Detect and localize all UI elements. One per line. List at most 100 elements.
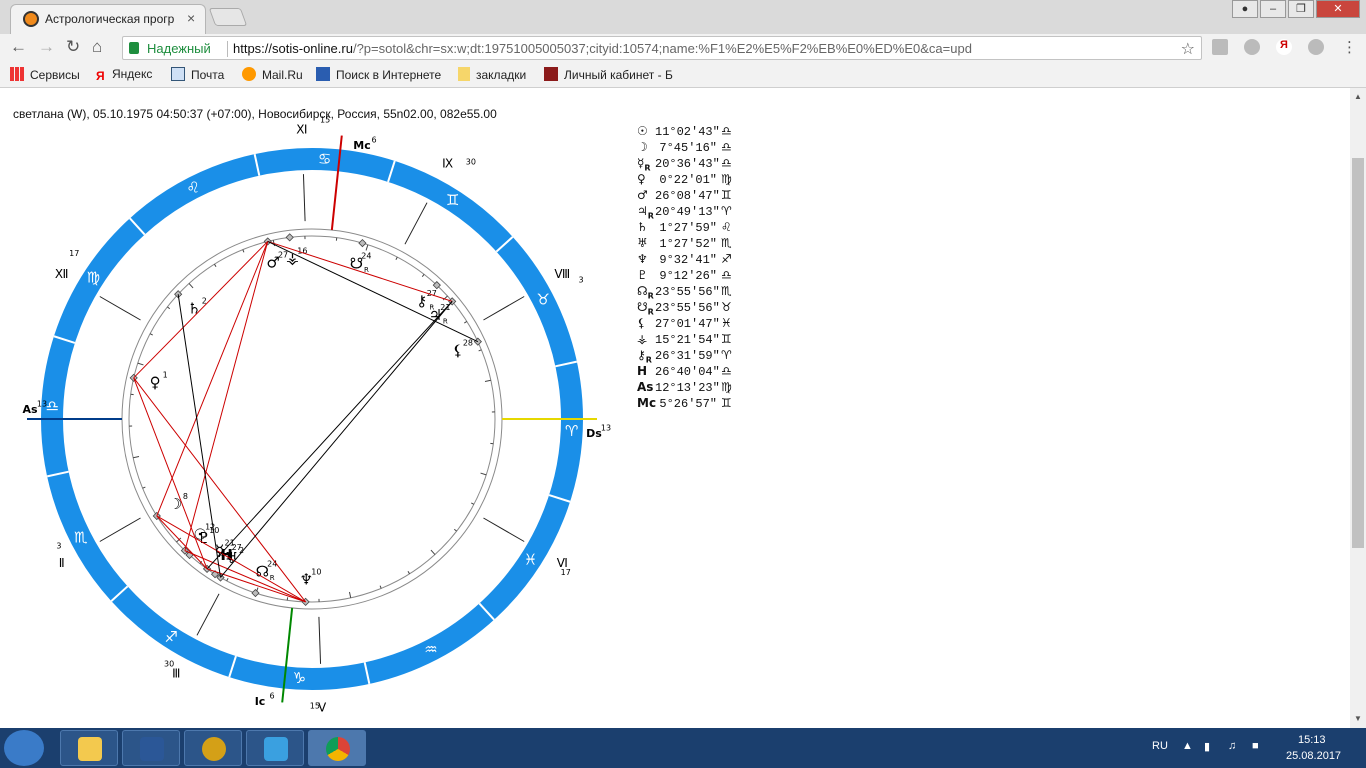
extension-icon[interactable] — [1212, 39, 1228, 55]
new-tab-button[interactable] — [208, 8, 248, 26]
minimize-button[interactable]: – — [1260, 0, 1286, 18]
url-text[interactable]: https://sotis-online.ru/?p=sotol&chr=sx:… — [233, 41, 972, 56]
position-glyph: ♇ — [637, 268, 648, 282]
chrome-icon — [326, 737, 350, 761]
house-cusp — [483, 296, 525, 321]
position-row: ☽ 7°45′16″ ♎ — [637, 140, 735, 156]
url-host: https://sotis-online.ru — [233, 41, 353, 56]
yandex-icon: Я — [96, 69, 105, 83]
degree-tick — [167, 306, 171, 310]
tab-close-icon[interactable]: × — [187, 10, 195, 26]
bookmark-mailru[interactable]: Mail.Ru — [242, 67, 303, 82]
scrollbar-thumb[interactable] — [1352, 158, 1364, 548]
zodiac-glyph: ♐ — [165, 628, 178, 646]
position-sign: ♎ — [721, 140, 732, 154]
taskbar-word[interactable] — [122, 730, 180, 766]
position-row: ⚸ 27°01′47″♓ — [637, 316, 735, 332]
taskbar-chrome[interactable] — [308, 730, 366, 766]
planet-degree: 1 — [163, 370, 168, 379]
position-glyph: ♆ — [637, 252, 648, 266]
degree-tick — [214, 263, 217, 267]
volume-icon[interactable]: ♫ — [1228, 740, 1236, 752]
taskbar-media[interactable] — [184, 730, 242, 766]
planet-glyph: ☽ — [169, 495, 182, 513]
menu-icon[interactable]: ⋮ — [1342, 38, 1357, 56]
scroll-up-icon[interactable]: ▲ — [1354, 92, 1362, 101]
browser-tab[interactable]: Астрологическая прогр × — [10, 4, 206, 34]
address-separator — [227, 41, 228, 57]
bookmark-search[interactable]: Поиск в Интернете — [316, 67, 441, 82]
degree-tick — [149, 333, 153, 336]
degree-tick — [133, 455, 140, 459]
axis-degree-asc: 13 — [37, 400, 47, 409]
bookmark-star-icon[interactable]: ☆ — [1181, 39, 1195, 59]
degree-tick — [430, 549, 436, 555]
degree-tick — [137, 362, 144, 366]
position-row: ☉ 11°02′43″♎ — [637, 124, 735, 140]
position-value: 9°32′41″ — [659, 253, 717, 267]
extension-shield-icon[interactable] — [1244, 39, 1260, 55]
degree-tick — [226, 578, 229, 582]
position-sign: ♊ — [721, 188, 732, 202]
yandex-extension-icon[interactable]: Я — [1276, 39, 1292, 55]
position-sign: ♈ — [721, 348, 732, 362]
taskbar-audio[interactable] — [246, 730, 304, 766]
planet-retro: R — [443, 318, 448, 326]
axis-label-ic: Ic — [255, 695, 266, 708]
position-glyph: ☿R — [637, 156, 651, 173]
back-arrow-icon[interactable]: ← — [10, 37, 27, 57]
folder-icon — [78, 737, 102, 761]
security-label: Надежный — [147, 41, 211, 56]
restore-button[interactable]: ❐ — [1288, 0, 1314, 18]
position-sign: ♏ — [721, 236, 732, 250]
tray-arrow-icon[interactable]: ▲ — [1182, 740, 1193, 752]
close-window-button[interactable]: ✕ — [1316, 0, 1360, 18]
clock-time[interactable]: 15:13 — [1298, 734, 1326, 746]
axis-degree-mc: 6 — [371, 136, 376, 145]
house-degree: 15 — [310, 701, 320, 710]
forward-arrow-icon[interactable]: → — [38, 37, 55, 57]
scroll-down-icon[interactable]: ▼ — [1354, 714, 1362, 723]
mailru-icon — [242, 67, 256, 81]
bookmark-cabinet[interactable]: Личный кабинет - Б — [544, 67, 673, 82]
network-icon[interactable]: ▮ — [1204, 740, 1210, 753]
taskbar-explorer[interactable] — [60, 730, 118, 766]
house-cusp — [99, 517, 141, 542]
site-favicon-icon — [23, 11, 39, 27]
position-glyph: ♄ — [637, 220, 648, 234]
axis-label-dsc: Ds — [586, 427, 602, 440]
address-bar[interactable]: Надежный https://sotis-online.ru/?p=soto… — [122, 36, 1202, 60]
position-value: 26°08′47″ — [655, 189, 720, 203]
home-icon[interactable]: ⌂ — [92, 37, 102, 57]
degree-tick — [142, 486, 146, 489]
aspect-line — [133, 241, 269, 379]
zodiac-glyph: ♓ — [524, 550, 537, 568]
degree-tick — [453, 528, 457, 532]
language-indicator[interactable]: RU — [1152, 740, 1168, 752]
reload-icon[interactable]: ↻ — [66, 37, 80, 57]
vpn-extension-icon[interactable] — [1308, 39, 1324, 55]
page-scrollbar[interactable]: ▲ ▼ — [1350, 88, 1366, 728]
browser-toolbar: ← → ↻ ⌂ Надежный https://sotis-online.ru… — [0, 34, 1366, 62]
position-value: 26°40′04″ — [655, 365, 720, 379]
bookmark-services[interactable]: Сервисы — [10, 67, 80, 82]
lock-icon — [129, 42, 139, 54]
planet-retro: R — [270, 574, 275, 582]
bookmark-mail[interactable]: Почта — [171, 67, 224, 82]
house-label: Ⅷ — [554, 267, 570, 281]
start-button[interactable] — [4, 730, 44, 766]
planet-degree: 28 — [463, 338, 473, 347]
zodiac-glyph: ♉ — [536, 291, 549, 309]
bookmark-folder[interactable]: закладки — [458, 67, 526, 82]
bookmark-yandex[interactable]: Я Яндекс — [96, 67, 152, 83]
position-glyph: ☉ — [637, 124, 648, 138]
planet-glyph: ⚸ — [452, 341, 463, 359]
position-glyph: ☊R — [637, 284, 654, 301]
position-value: 20°36′43″ — [655, 157, 720, 171]
clock-date[interactable]: 25.08.2017 — [1286, 750, 1341, 762]
positions-table: ☉ 11°02′43″♎ ☽ 7°45′16″ ♎ ☿R 20°36′43″♎ ♀ 0°22′0… — [637, 124, 735, 412]
power-icon[interactable]: ■ — [1252, 740, 1259, 752]
aspect-line — [267, 240, 453, 302]
planet-degree: 24 — [361, 252, 371, 261]
user-profile-icon[interactable]: ● — [1232, 0, 1258, 18]
